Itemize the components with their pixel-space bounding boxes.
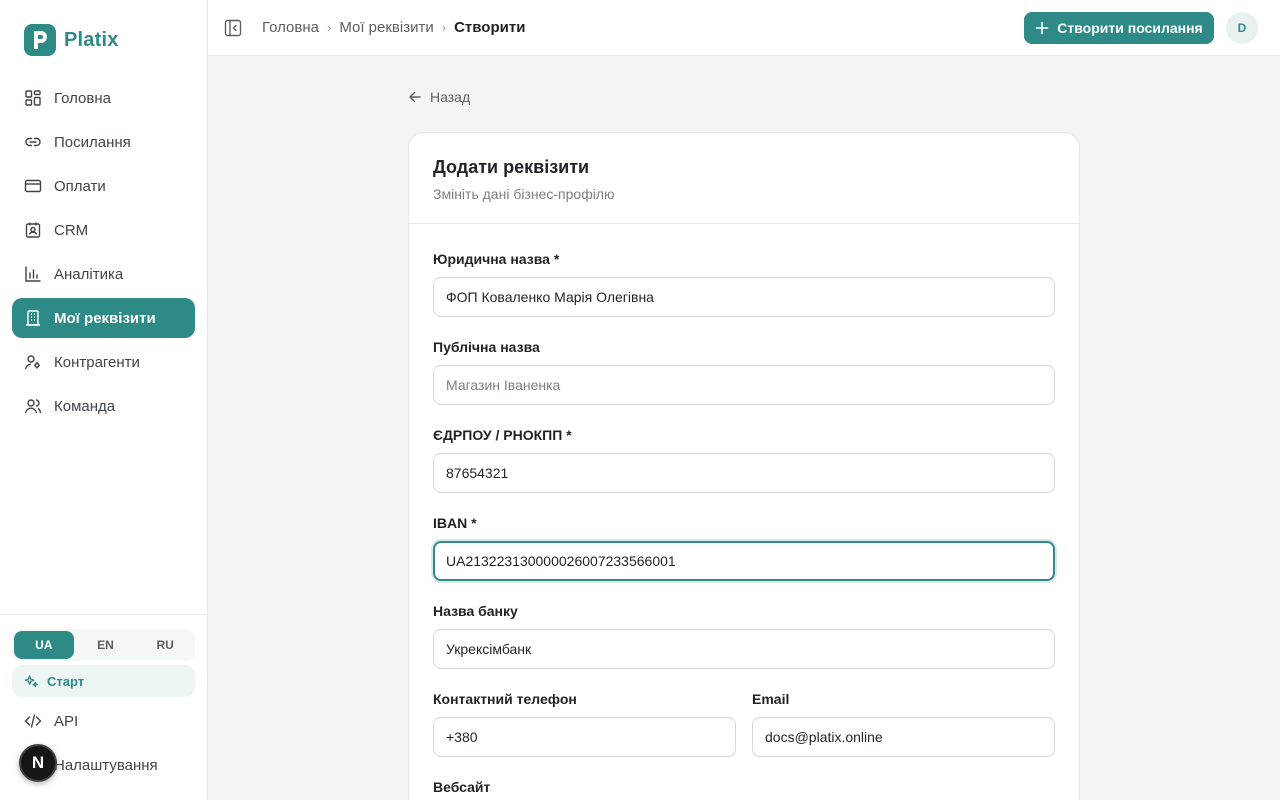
create-link-button[interactable]: Створити посилання (1024, 12, 1214, 44)
sidebar-item-label: Налаштування (54, 756, 158, 774)
legal-name-input[interactable] (433, 277, 1055, 317)
card-subtitle: Змініть дані бізнес-профілю (433, 186, 615, 202)
sidebar-item-counterparties[interactable]: Контрагенти (12, 342, 195, 382)
code-icon (24, 714, 42, 728)
sidebar-item-label: Оплати (54, 177, 106, 195)
brand-name: Platix (64, 28, 119, 51)
brand-logo[interactable]: Platix (24, 24, 119, 56)
sidebar-item-home[interactable]: Головна (12, 78, 195, 118)
bank-name-input[interactable] (433, 629, 1055, 669)
start-label: Старт (47, 673, 85, 689)
link-icon (25, 137, 41, 147)
plus-icon (1035, 21, 1049, 35)
sidebar-item-payments[interactable]: Оплати (12, 166, 195, 206)
dev-tools-button[interactable]: N (19, 744, 57, 782)
public-name-input[interactable] (433, 365, 1055, 405)
sidebar-item-label: Посилання (54, 133, 131, 151)
user-settings-icon (24, 355, 40, 370)
contact-card-icon (25, 222, 41, 238)
sidebar-item-label: Контрагенти (54, 353, 140, 371)
phone-input[interactable] (433, 717, 736, 757)
platix-logo-icon (24, 24, 56, 56)
sidebar-item-label: Мої реквізити (54, 309, 156, 327)
start-button[interactable]: Старт (12, 665, 195, 697)
building-icon (26, 310, 40, 326)
create-link-label: Створити посилання (1057, 20, 1203, 36)
website-label: Вебсайт (433, 779, 491, 795)
sparkles-icon (24, 674, 38, 687)
avatar[interactable]: D (1226, 12, 1258, 44)
chevron-right-icon: › (441, 20, 447, 35)
sidebar-item-label: API (54, 712, 79, 730)
language-switcher: UA EN RU (12, 629, 195, 661)
bar-chart-icon (25, 266, 41, 282)
email-field[interactable] (752, 717, 1055, 757)
chevron-right-icon: › (327, 20, 332, 35)
sidebar-item-team[interactable]: Команда (12, 386, 195, 426)
top-bar: Головна › Мої реквізити › Створити Створ… (208, 0, 1280, 56)
dashboard-icon (25, 90, 41, 106)
edrpou-input[interactable] (433, 453, 1055, 493)
iban-input[interactable] (433, 541, 1055, 581)
card-title: Додати реквізити (433, 157, 590, 177)
language-ru[interactable]: RU (135, 629, 195, 661)
credit-card-icon (24, 179, 42, 193)
back-label: Назад (430, 89, 471, 105)
email-label: Email (752, 691, 790, 707)
sidebar-item-analytics[interactable]: Аналітика (12, 254, 195, 294)
breadcrumb-current: Створити (454, 19, 526, 36)
sidebar-footer: UA EN RU Старт API Налаштування (0, 614, 207, 774)
breadcrumb: Головна › Мої реквізити › Створити (262, 19, 525, 36)
sidebar-toggle-icon[interactable] (224, 19, 242, 37)
phone-label: Контактний телефон (433, 691, 577, 707)
language-en[interactable]: EN (76, 629, 136, 661)
public-name-label: Публічна назва (433, 339, 540, 355)
breadcrumb-requisites[interactable]: Мої реквізити (339, 19, 433, 36)
arrow-left-icon (409, 91, 421, 103)
bank-name-label: Назва банку (433, 603, 518, 619)
sidebar-item-requisites[interactable]: Мої реквізити (12, 298, 195, 338)
sidebar-item-label: Аналітика (54, 265, 124, 283)
sidebar-item-label: Головна (54, 89, 111, 107)
edrpou-label: ЄДРПОУ / РНОКПП * (433, 427, 572, 443)
language-ua[interactable]: UA (14, 631, 74, 659)
requisites-form-card: Додати реквізити Змініть дані бізнес-про… (408, 132, 1080, 800)
sidebar-item-links[interactable]: Посилання (12, 122, 195, 162)
breadcrumb-home[interactable]: Головна (262, 19, 319, 36)
sidebar-item-api[interactable]: API (24, 712, 78, 730)
iban-label: IBAN * (433, 515, 477, 531)
sidebar: Platix Головна Посилання Оплати CRM Анал… (0, 0, 208, 800)
back-link[interactable]: Назад (408, 89, 470, 105)
sidebar-item-crm[interactable]: CRM (12, 210, 195, 250)
users-icon (24, 399, 42, 414)
legal-name-label: Юридична назва * (433, 251, 560, 267)
sidebar-item-label: Команда (54, 397, 116, 415)
card-header: Додати реквізити Змініть дані бізнес-про… (409, 133, 1079, 224)
sidebar-item-label: CRM (54, 221, 89, 239)
sidebar-nav: Головна Посилання Оплати CRM Аналітика М… (12, 78, 195, 430)
